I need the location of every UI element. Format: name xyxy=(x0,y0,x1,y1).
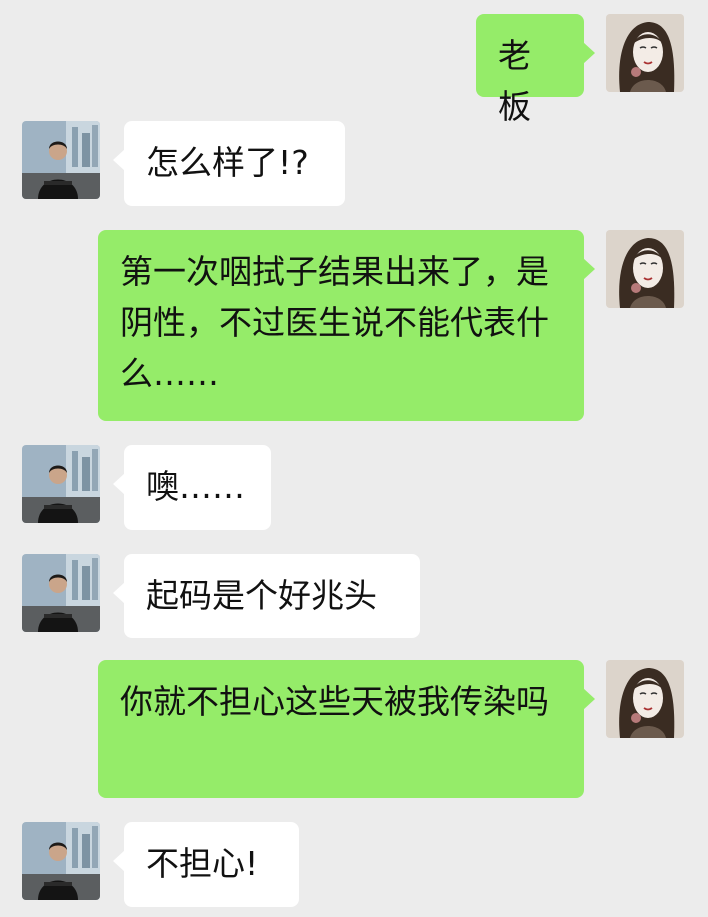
incoming-message-bubble[interactable]: 起码是个好兆头 xyxy=(113,554,420,638)
woman-sketch-portrait-avatar[interactable] xyxy=(606,14,684,92)
incoming-message-bubble[interactable]: 怎么样了!? xyxy=(113,121,345,206)
incoming-message-bubble[interactable]: 噢…… xyxy=(113,445,271,530)
outgoing-message-bubble[interactable]: 老板 xyxy=(476,14,595,126)
woman-sketch-portrait-avatar[interactable] xyxy=(606,230,684,308)
incoming-message-bubble[interactable]: 不担心! xyxy=(113,822,299,907)
man-in-black-shirt-by-window-avatar[interactable] xyxy=(22,121,100,199)
outgoing-message-bubble[interactable]: 你就不担心这些天被我传染吗 xyxy=(98,660,595,798)
woman-sketch-portrait-avatar[interactable] xyxy=(606,660,684,738)
outgoing-message-bubble[interactable]: 第一次咽拭子结果出来了，是阴性，不过医生说不能代表什么…… xyxy=(98,230,595,421)
man-in-black-shirt-by-window-avatar[interactable] xyxy=(22,445,100,523)
chat-message-list[interactable]: 老板 怎么样了!? 第一次咽拭子结果出来了，是阴性，不过医生说不能代表什么…… … xyxy=(0,0,708,917)
man-in-black-shirt-by-window-avatar[interactable] xyxy=(22,822,100,900)
man-in-black-shirt-by-window-avatar[interactable] xyxy=(22,554,100,632)
